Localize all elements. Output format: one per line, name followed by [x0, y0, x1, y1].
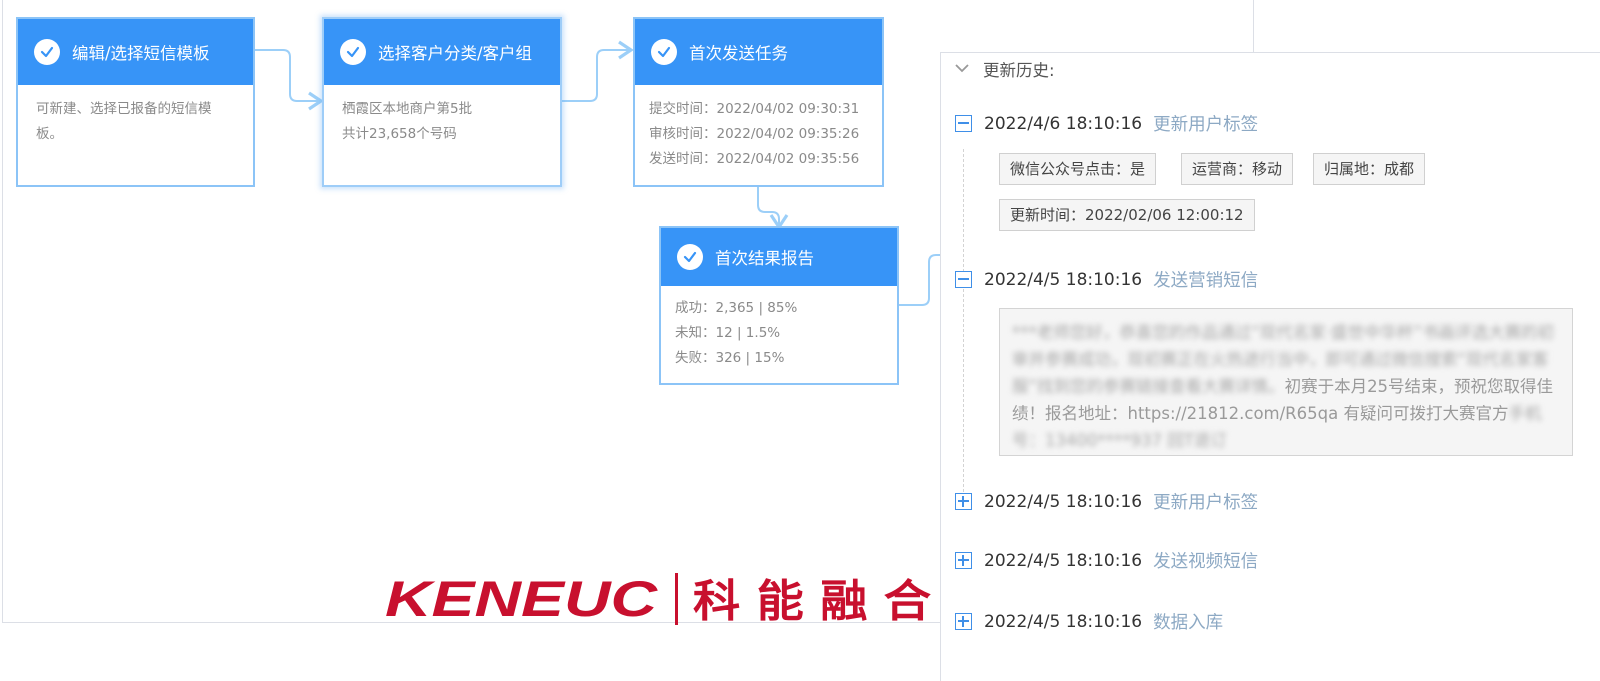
history-entry: 2022/4/5 18:10:16 发送营销短信	[955, 267, 1258, 292]
card-header: 首次发送任务	[635, 19, 882, 85]
entry-time: 2022/4/5 18:10:16	[984, 611, 1143, 632]
expand-icon[interactable]	[955, 613, 972, 630]
chevron-down-icon	[955, 64, 969, 73]
entry-time: 2022/4/5 18:10:16	[984, 269, 1143, 290]
collapse-icon[interactable]	[955, 271, 972, 288]
card-title: 首次结果报告	[715, 249, 814, 268]
check-icon	[34, 39, 60, 65]
user-tag: 更新时间：2022/02/06 12:00:12	[999, 199, 1255, 231]
card-header: 选择客户分类/客户组	[324, 19, 560, 85]
logo-cn-text: 科 能 融 合	[693, 576, 931, 626]
card-text: 失败：326 | 15%	[675, 350, 785, 366]
card-title: 选择客户分类/客户组	[378, 44, 533, 63]
entry-type-link[interactable]: 发送视频短信	[1153, 548, 1258, 573]
entry-type-link[interactable]: 更新用户标签	[1153, 111, 1258, 136]
connector-2-3	[562, 40, 634, 102]
connector-4-panel	[899, 254, 945, 306]
card-text: 板。	[36, 126, 63, 142]
history-header[interactable]: 更新历史:	[955, 57, 1055, 81]
flow-card-customer-group[interactable]: 选择客户分类/客户组 栖霞区本地商户第5批 共计23,658个号码	[322, 17, 562, 187]
entry-type-link[interactable]: 发送营销短信	[1153, 267, 1258, 292]
collapse-icon[interactable]	[955, 115, 972, 132]
card-header: 首次结果报告	[661, 228, 897, 286]
expand-icon[interactable]	[955, 493, 972, 510]
card-text: 可新建、选择已报备的短信模	[36, 101, 212, 117]
history-entry: 2022/4/6 18:10:16 更新用户标签	[955, 111, 1258, 136]
card-header: 编辑/选择短信模板	[18, 19, 253, 85]
user-tag: 运营商：移动	[1181, 153, 1294, 185]
history-entry: 2022/4/5 18:10:16 更新用户标签	[955, 489, 1258, 514]
flow-card-first-send[interactable]: 首次发送任务 提交时间：2022/04/02 09:30:31 审核时间：202…	[633, 17, 884, 187]
card-body: 可新建、选择已报备的短信模 板。	[18, 85, 253, 159]
card-text: 成功：2,365 | 85%	[675, 300, 798, 316]
card-text: 栖霞区本地商户第5批	[342, 101, 473, 117]
flow-card-template[interactable]: 编辑/选择短信模板 可新建、选择已报备的短信模 板。	[16, 17, 255, 187]
user-tag: 归属地：成都	[1313, 153, 1426, 185]
card-title: 编辑/选择短信模板	[72, 44, 210, 63]
entry-type-link[interactable]: 数据入库	[1153, 609, 1223, 634]
card-text: 提交时间：2022/04/02 09:30:31	[649, 101, 860, 117]
entry-time: 2022/4/5 18:10:16	[984, 491, 1143, 512]
entry-time: 2022/4/6 18:10:16	[984, 113, 1143, 134]
card-text: 未知：12 | 1.5%	[675, 325, 781, 341]
card-text: 审核时间：2022/04/02 09:35:26	[649, 126, 860, 142]
flow-card-result-report[interactable]: 首次结果报告 成功：2,365 | 85% 未知：12 | 1.5% 失败：32…	[659, 226, 899, 385]
card-title: 首次发送任务	[689, 44, 788, 63]
check-icon	[651, 39, 677, 65]
user-tag: 微信公众号点击：是	[999, 153, 1157, 185]
timeline-line	[963, 149, 964, 507]
entry-type-link[interactable]: 更新用户标签	[1153, 489, 1258, 514]
update-history-panel: 更新历史: 2022/4/6 18:10:16 更新用户标签 微信公众号点击：是…	[940, 52, 1600, 681]
logo-divider	[675, 573, 678, 625]
history-entry: 2022/4/5 18:10:16 数据入库	[955, 609, 1223, 634]
sms-message-content: ***老师您好，恭喜您的作品通过“现代名家·盛世中华杯”书画评选大赛的初审并参赛…	[999, 308, 1573, 456]
expand-icon[interactable]	[955, 552, 972, 569]
entry-time: 2022/4/5 18:10:16	[984, 550, 1143, 571]
history-entry: 2022/4/5 18:10:16 发送视频短信	[955, 548, 1258, 573]
connector-1-2	[253, 49, 324, 111]
check-icon	[340, 39, 366, 65]
card-body: 成功：2,365 | 85% 未知：12 | 1.5% 失败：326 | 15%	[661, 286, 897, 383]
logo-brand-text: KENEUC	[385, 572, 658, 626]
card-body: 提交时间：2022/04/02 09:30:31 审核时间：2022/04/02…	[635, 85, 882, 184]
history-title: 更新历史:	[983, 61, 1055, 80]
card-body: 栖霞区本地商户第5批 共计23,658个号码	[324, 85, 560, 159]
connector-3-4	[757, 186, 789, 230]
card-text: 共计23,658个号码	[342, 126, 457, 142]
check-icon	[677, 244, 703, 270]
keneuc-logo: KENEUC 科 能 融 合	[385, 572, 931, 626]
card-text: 发送时间：2022/04/02 09:35:56	[649, 151, 860, 167]
